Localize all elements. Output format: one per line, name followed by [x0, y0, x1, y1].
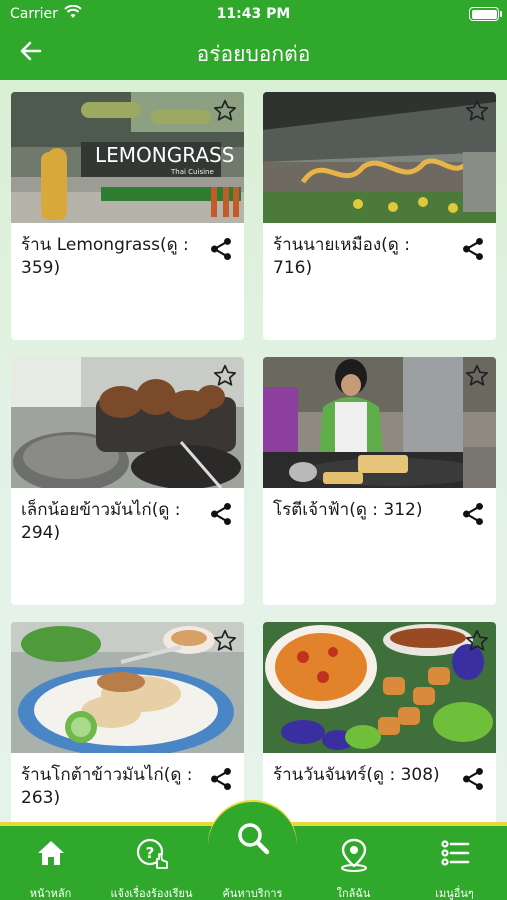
restaurant-photo: LEMONGRASS Thai Cuisine — [11, 92, 244, 223]
restaurant-card[interactable]: โรตีเจ้าฟ้า(ดู : 312) — [263, 357, 496, 605]
restaurant-name: ร้าน Lemongrass(ดู : 359) — [21, 235, 189, 278]
share-icon[interactable] — [460, 236, 486, 262]
tab-search-service[interactable]: ค้นหาบริการ — [202, 802, 303, 900]
tab-nearby[interactable]: ใกล้ฉัน — [303, 826, 404, 900]
share-icon[interactable] — [460, 766, 486, 792]
svg-text:?: ? — [145, 844, 154, 862]
share-icon[interactable] — [460, 501, 486, 527]
restaurant-name: โรตีเจ้าฟ้า(ดู : 312) — [273, 500, 423, 520]
location-pin-icon — [303, 838, 404, 874]
share-icon[interactable] — [208, 501, 234, 527]
restaurant-name: ร้านนายเหมือง(ดู : 716) — [273, 235, 410, 278]
tab-label: ค้นหาบริการ — [222, 887, 283, 900]
star-icon[interactable] — [464, 98, 490, 124]
restaurant-name: เล็กน้อยข้าวมันไก่(ดู : 294) — [21, 500, 181, 543]
restaurant-card[interactable]: LEMONGRASS Thai Cuisine ร้าน Lemongrass(… — [11, 92, 244, 340]
share-icon[interactable] — [208, 236, 234, 262]
tab-label: หน้าหลัก — [29, 887, 72, 900]
battery-icon — [469, 7, 502, 21]
share-icon[interactable] — [208, 766, 234, 792]
restaurant-card[interactable]: เล็กน้อยข้าวมันไก่(ดู : 294) — [11, 357, 244, 605]
tab-label: แจ้งเรื่องร้องเรียน — [110, 887, 193, 900]
bottom-tab-bar: หน้าหลัก ? แจ้งเรื่องร้องเรียน ค้นหาบริก… — [0, 802, 507, 900]
tab-complaint[interactable]: ? แจ้งเรื่องร้องเรียน — [101, 826, 202, 900]
star-icon[interactable] — [464, 628, 490, 654]
star-icon[interactable] — [464, 363, 490, 389]
restaurant-photo — [11, 357, 244, 488]
clock-label: 11:43 PM — [216, 6, 291, 22]
search-icon — [202, 820, 303, 856]
star-icon[interactable] — [212, 98, 238, 124]
restaurant-photo — [263, 622, 496, 753]
restaurant-photo — [263, 357, 496, 488]
home-icon — [0, 838, 101, 874]
status-bar: Carrier 11:43 PM — [0, 0, 507, 28]
restaurant-photo — [11, 622, 244, 753]
thumb-sign-subtext: Thai Cuisine — [170, 168, 214, 176]
thumb-sign-text: LEMONGRASS — [95, 143, 234, 167]
tab-label: ใกล้ฉัน — [336, 887, 371, 900]
page-title: อร่อยบอกต่อ — [196, 42, 311, 66]
help-icon: ? — [101, 838, 202, 874]
restaurant-photo — [263, 92, 496, 223]
star-icon[interactable] — [212, 363, 238, 389]
star-icon[interactable] — [212, 628, 238, 654]
tab-more-menu[interactable]: เมนูอื่นๆ — [404, 826, 505, 900]
restaurant-card[interactable]: ร้านนายเหมือง(ดู : 716) — [263, 92, 496, 340]
header: Carrier 11:43 PM อร่อยบอกต่อ — [0, 0, 507, 80]
restaurant-name: ร้านโกต้าข้าวมันไก่(ดู : 263) — [21, 765, 193, 808]
restaurant-name: ร้านวันจันทร์(ดู : 308) — [273, 765, 440, 785]
tab-label: เมนูอื่นๆ — [435, 887, 474, 900]
menu-list-icon — [404, 838, 505, 874]
tab-home[interactable]: หน้าหลัก — [0, 826, 101, 900]
